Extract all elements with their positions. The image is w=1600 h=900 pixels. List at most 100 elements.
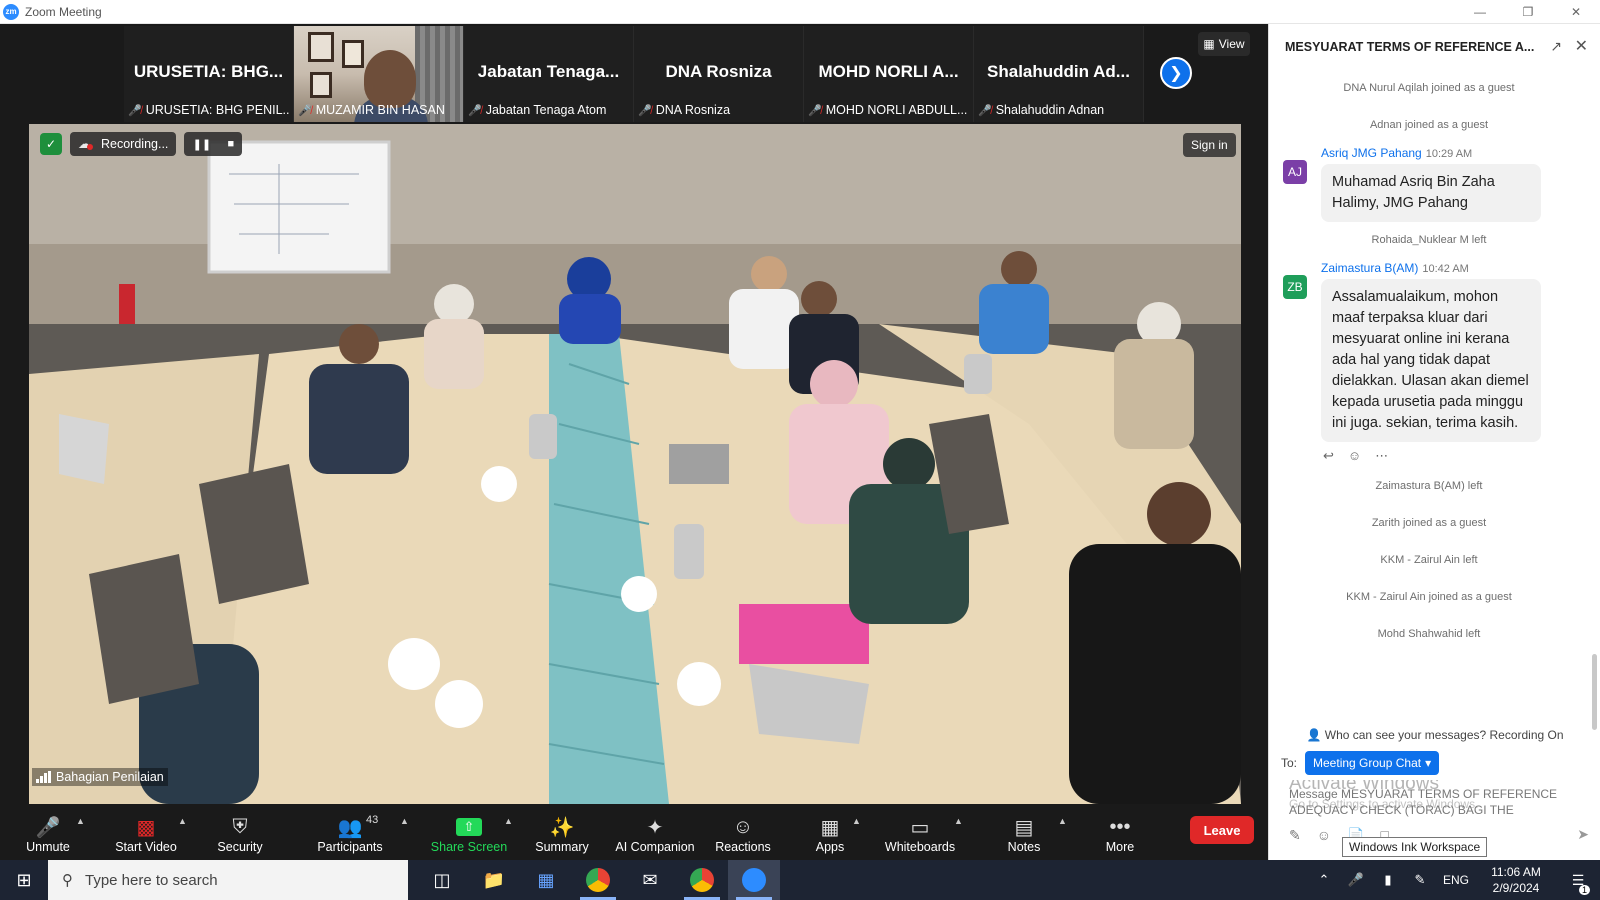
chrome-profile-button[interactable] [676, 860, 728, 900]
windows-logo-icon: ⊞ [16, 869, 32, 890]
send-icon[interactable]: ➤ [1577, 826, 1589, 843]
close-chat-icon[interactable]: ✕ [1575, 36, 1588, 56]
participant-tile-video[interactable]: 🎤̸ MUZAMIR BIN HASAN [294, 26, 464, 122]
microphone-tray-icon[interactable]: 🎤 [1340, 872, 1372, 888]
security-button[interactable]: ⛨ Security [212, 804, 268, 860]
pen-icon[interactable]: ✎ [1404, 872, 1436, 888]
taskbar-search[interactable]: ⚲ Type here to search [48, 860, 408, 900]
apps-icon: ▦ [820, 816, 840, 839]
message-input[interactable]: Message MESYUARAT TERMS OF REFERENCE ADE… [1269, 780, 1600, 820]
summary-icon: ✨ [549, 816, 575, 839]
unmute-button[interactable]: 🎤 Unmute [22, 804, 74, 860]
message-meta: Zaimastura B(AM) 10:42 AM [1321, 259, 1541, 277]
whiteboards-label: Whiteboards [884, 840, 956, 854]
system-message: KKM - Zairul Ain joined as a guest [1346, 591, 1512, 603]
system-message: Adnan joined as a guest [1369, 119, 1489, 131]
format-icon[interactable]: ✎ [1289, 827, 1301, 844]
chat-scrollbar[interactable] [1592, 654, 1597, 730]
next-page-button[interactable]: ❯ [1160, 57, 1192, 89]
participant-tile[interactable]: Jabatan Tenaga... 🎤̸ Jabatan Tenaga Atom [464, 26, 634, 122]
emoji-icon[interactable]: ☺ [1317, 827, 1331, 843]
ai-companion-button[interactable]: ✦ AI Companion [610, 804, 700, 860]
add-reaction-icon[interactable]: ☺ [1348, 448, 1361, 468]
participant [1001, 251, 1037, 287]
zoom-taskbar-button[interactable] [728, 860, 780, 900]
whiteboards-caret-icon[interactable]: ▲ [954, 816, 963, 826]
message-sender[interactable]: Zaimastura B(AM) [1321, 261, 1418, 275]
reply-icon[interactable]: ↩ [1323, 448, 1334, 468]
popout-icon[interactable]: ↗ [1550, 38, 1562, 55]
participants-icon: 👥 [337, 816, 363, 839]
message-sender[interactable]: Asriq JMG Pahang [1321, 146, 1422, 160]
store-button[interactable]: ▦ [520, 860, 572, 900]
share-caret-icon[interactable]: ▲ [504, 816, 513, 826]
clock[interactable]: 11:06 AM 2/9/2024 [1476, 864, 1556, 896]
message-bubble[interactable]: Assalamualaikum, mohon maaf terpaksa klu… [1321, 279, 1541, 442]
start-video-button[interactable]: ▩ Start Video [110, 804, 182, 860]
recipient-label: Meeting Group Chat [1313, 756, 1422, 770]
notes-caret-icon[interactable]: ▲ [1058, 816, 1067, 826]
battery-icon[interactable]: ▮ [1372, 872, 1404, 888]
message-visibility[interactable]: 👤 Who can see your messages? Recording O… [1269, 724, 1600, 746]
start-button[interactable]: ⊞ [0, 860, 48, 900]
task-view-button[interactable]: ◫ [416, 860, 468, 900]
plate [677, 662, 721, 706]
chrome-icon [586, 868, 610, 892]
notes-button[interactable]: ▤ Notes [1004, 804, 1044, 860]
message-time: 10:42 AM [1422, 263, 1469, 275]
window-title: Zoom Meeting [25, 4, 102, 19]
pink-folder [739, 604, 869, 664]
participant-tile[interactable]: DNA Rosniza 🎤̸ DNA Rosniza [634, 26, 804, 122]
message-actions: ↩ ☺ ⋯ [1321, 442, 1541, 468]
chrome-button[interactable] [572, 860, 624, 900]
audio-options-caret-icon[interactable]: ▲ [76, 816, 85, 826]
participant [801, 281, 837, 317]
video-options-caret-icon[interactable]: ▲ [178, 816, 187, 826]
chat-messages[interactable]: DNA Nurul Aqilah joined as a guest Adnan… [1269, 70, 1589, 724]
participant-tile[interactable]: URUSETIA: BHG... 🎤̸ URUSETIA: BHG PENIL..… [124, 26, 294, 122]
ink-workspace-tooltip: Windows Ink Workspace [1342, 837, 1488, 857]
whiteboard-icon: ▭ [910, 816, 930, 839]
encryption-shield-icon[interactable]: ✓ [40, 133, 62, 155]
message-bubble[interactable]: Muhamad Asriq Bin Zaha Halimy, JMG Pahan… [1321, 164, 1541, 222]
participant-body [1114, 339, 1194, 449]
sign-in-button[interactable]: Sign in [1183, 133, 1236, 157]
reactions-button[interactable]: ☺ Reactions [712, 804, 774, 860]
system-message: KKM - Zairul Ain left [1380, 554, 1478, 566]
unmute-label: Unmute [26, 840, 70, 854]
more-button[interactable]: ••• More [1100, 804, 1140, 860]
apps-caret-icon[interactable]: ▲ [852, 816, 861, 826]
recipient-dropdown[interactable]: Meeting Group Chat ▾ [1305, 751, 1440, 775]
stop-recording-icon[interactable]: ■ [228, 138, 235, 150]
language-indicator[interactable]: ENG [1436, 873, 1476, 887]
share-screen-button[interactable]: ⇧ Share Screen [428, 804, 510, 860]
chevron-up-icon[interactable]: ⌃ [1308, 872, 1340, 888]
participant-body [424, 319, 484, 389]
mic-muted-icon: 🎤 [35, 816, 61, 839]
apps-label: Apps [815, 840, 845, 854]
chevron-down-icon: ▾ [1425, 756, 1432, 770]
pause-recording-icon[interactable]: ❚❚ [193, 138, 211, 151]
summary-label: Summary [535, 840, 589, 854]
participant-tile[interactable]: Shalahuddin Ad... 🎤̸ Shalahuddin Adnan [974, 26, 1144, 122]
active-speaker-video[interactable] [29, 124, 1241, 804]
notifications-button[interactable]: ☰ 1 [1556, 872, 1600, 895]
leave-button[interactable]: Leave [1190, 816, 1254, 844]
participants-caret-icon[interactable]: ▲ [400, 816, 409, 826]
view-button[interactable]: ▦ View [1198, 32, 1250, 56]
zoom-app: zm Zoom Meeting — ❐ ✕ URUSETIA: BHG... 🎤… [0, 0, 1600, 900]
chrome-profile-icon [690, 868, 714, 892]
close-window-button[interactable]: ✕ [1552, 0, 1600, 24]
participants-button[interactable]: 👥 43 Participants [312, 804, 388, 860]
restore-button[interactable]: ❐ [1504, 0, 1552, 24]
participant-tile[interactable]: MOHD NORLI A... 🎤̸ MOHD NORLI ABDULL... [804, 26, 974, 122]
more-options-icon[interactable]: ⋯ [1375, 448, 1388, 468]
apps-button[interactable]: ▦ Apps [810, 804, 850, 860]
store-icon: ▦ [537, 869, 555, 890]
activate-windows-watermark: Activate Windows [1289, 780, 1439, 794]
mail-button[interactable]: ✉ [624, 860, 676, 900]
minimize-button[interactable]: — [1456, 0, 1504, 24]
whiteboards-button[interactable]: ▭ Whiteboards [882, 804, 958, 860]
summary-button[interactable]: ✨ Summary [532, 804, 592, 860]
file-explorer-button[interactable]: 📁 [468, 860, 520, 900]
